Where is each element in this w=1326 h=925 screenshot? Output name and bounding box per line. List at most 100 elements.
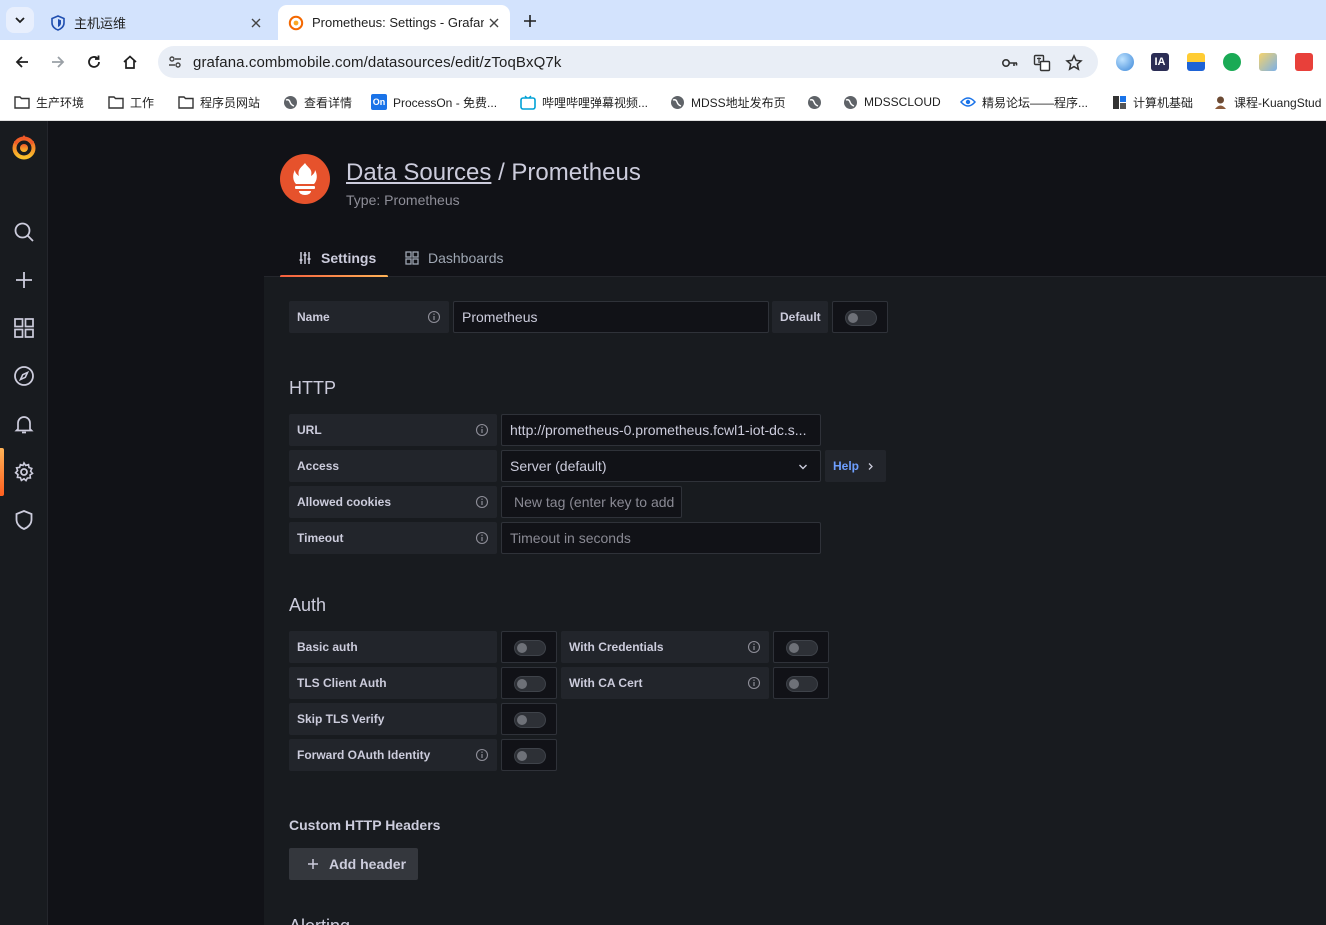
translate-icon[interactable]: [1032, 53, 1052, 73]
timeout-input[interactable]: Timeout in seconds: [501, 522, 821, 554]
tab-search-button[interactable]: [6, 7, 34, 33]
toggle-switch[interactable]: [514, 676, 546, 692]
blocks-icon: [1111, 94, 1127, 110]
arrow-right-icon: [52, 56, 65, 68]
auth-heading: Auth: [289, 595, 327, 615]
browser-tab-host-ops[interactable]: 主机运维: [40, 5, 272, 40]
toggle-switch[interactable]: [845, 310, 877, 326]
info-icon[interactable]: [427, 310, 441, 324]
info-icon[interactable]: [747, 640, 761, 654]
grafana-sidebar: [0, 121, 48, 925]
bookmark-link[interactable]: MDSS地址发布页: [669, 92, 786, 112]
info-icon[interactable]: [747, 676, 761, 690]
tab-settings[interactable]: Settings: [280, 240, 388, 278]
access-select[interactable]: Server (default): [501, 450, 821, 482]
toggle-switch[interactable]: [514, 640, 546, 656]
info-icon[interactable]: [475, 748, 489, 762]
sidebar-configuration[interactable]: [0, 448, 48, 496]
breadcrumb-data-sources-link[interactable]: Data Sources: [346, 159, 491, 186]
sidebar-explore[interactable]: [0, 352, 48, 400]
toggle-switch[interactable]: [786, 640, 818, 656]
new-tab-button[interactable]: [518, 9, 542, 33]
info-icon[interactable]: [475, 531, 489, 545]
prometheus-logo-icon: [280, 154, 330, 204]
tab-dashboards[interactable]: Dashboards: [404, 240, 504, 276]
bookmark-label: 计算机基础: [1133, 95, 1194, 110]
extension-download-icon[interactable]: [1187, 53, 1205, 71]
name-input[interactable]: Prometheus: [453, 301, 769, 333]
bookmark-label: 哔哩哔哩弹幕视频...: [542, 95, 649, 110]
plus-icon: [308, 859, 318, 869]
info-icon[interactable]: [475, 423, 489, 437]
bookmark-link[interactable]: 查看详情: [282, 92, 352, 112]
sidebar-search[interactable]: [0, 208, 48, 256]
bookmark-link[interactable]: 计算机基础: [1111, 92, 1193, 112]
tab-title: 主机运维: [74, 16, 127, 31]
sidebar-dashboards[interactable]: [0, 304, 48, 352]
sidebar-create[interactable]: [0, 256, 48, 304]
forward-button[interactable]: [44, 48, 72, 76]
extension-ia-icon[interactable]: IA: [1151, 53, 1169, 71]
help-label: Help: [833, 459, 860, 473]
breadcrumb-separator: /: [491, 159, 512, 186]
bookmark-label: 课程-KuangStud: [1234, 95, 1322, 110]
bookmark-link[interactable]: 精易论坛——程序...: [960, 92, 1088, 112]
bookmark-folder[interactable]: 程序员网站: [178, 92, 260, 112]
browser-tab-bar: 主机运维 Prometheus: Settings - Grafana: [0, 0, 1326, 40]
tls-client-auth-label: TLS Client Auth: [289, 667, 497, 699]
allowed-cookies-label: Allowed cookies: [289, 486, 497, 518]
bookmark-folder[interactable]: 生产环境: [14, 92, 84, 112]
datasource-title: Prometheus: [511, 159, 641, 186]
skip-tls-verify-label: Skip TLS Verify: [289, 703, 497, 735]
site-info-icon[interactable]: [164, 51, 186, 73]
browser-tab-grafana[interactable]: Prometheus: Settings - Grafana: [278, 5, 510, 40]
sidebar-server-admin[interactable]: [0, 496, 48, 544]
close-tab-icon[interactable]: [484, 13, 504, 33]
tls-client-auth-toggle[interactable]: [501, 667, 557, 699]
name-label-text: Name: [297, 310, 330, 324]
with-credentials-label-text: With Credentials: [569, 640, 664, 654]
basic-auth-toggle[interactable]: [501, 631, 557, 663]
address-bar[interactable]: grafana.combmobile.com/datasources/edit/…: [158, 46, 1098, 78]
bookmark-star-icon[interactable]: [1064, 53, 1084, 73]
info-icon[interactable]: [475, 495, 489, 509]
bookmark-link[interactable]: On ProcessOn - 免费...: [371, 92, 497, 112]
default-toggle[interactable]: [832, 301, 888, 333]
arrow-left-icon: [15, 56, 28, 68]
with-ca-cert-toggle[interactable]: [773, 667, 829, 699]
toggle-switch[interactable]: [786, 676, 818, 692]
bookmark-link[interactable]: [806, 92, 828, 112]
extension-cube-icon[interactable]: [1295, 53, 1313, 71]
name-label: Name: [289, 301, 449, 333]
extension-green-download-icon[interactable]: [1223, 53, 1241, 71]
main-content: Data Sources / Prometheus Type: Promethe…: [48, 121, 1326, 925]
password-key-icon[interactable]: [1000, 53, 1020, 73]
search-icon: [14, 222, 34, 242]
globe-icon: [669, 94, 685, 110]
forward-oauth-toggle[interactable]: [501, 739, 557, 771]
toggle-switch[interactable]: [514, 712, 546, 728]
url-text: grafana.combmobile.com/datasources/edit/…: [193, 54, 562, 71]
add-header-button[interactable]: Add header: [289, 848, 418, 880]
apps-grid-icon: [14, 318, 34, 338]
extension-globe-icon[interactable]: [1116, 53, 1134, 71]
bookmark-link[interactable]: 哔哩哔哩弹幕视频...: [520, 92, 648, 112]
reload-button[interactable]: [80, 48, 108, 76]
url-input[interactable]: http://prometheus-0.prometheus.fcwl1-iot…: [501, 414, 821, 446]
with-credentials-toggle[interactable]: [773, 631, 829, 663]
help-button[interactable]: Help: [825, 450, 886, 482]
allowed-cookies-input[interactable]: New tag (enter key to add: [501, 486, 682, 518]
bookmark-link[interactable]: MDSSCLOUD: [842, 92, 941, 112]
sidebar-alerting[interactable]: [0, 400, 48, 448]
folder-icon: [108, 94, 124, 110]
skip-tls-verify-toggle[interactable]: [501, 703, 557, 735]
close-tab-icon[interactable]: [246, 13, 266, 33]
back-button[interactable]: [8, 48, 36, 76]
home-button[interactable]: [116, 48, 144, 76]
bookmark-link[interactable]: 课程-KuangStud: [1212, 92, 1321, 112]
grafana-home-logo[interactable]: [0, 123, 48, 171]
bookmark-folder[interactable]: 工作: [108, 92, 154, 112]
bookmark-label: 程序员网站: [200, 95, 261, 110]
extension-image-icon[interactable]: [1259, 53, 1277, 71]
toggle-switch[interactable]: [514, 748, 546, 764]
